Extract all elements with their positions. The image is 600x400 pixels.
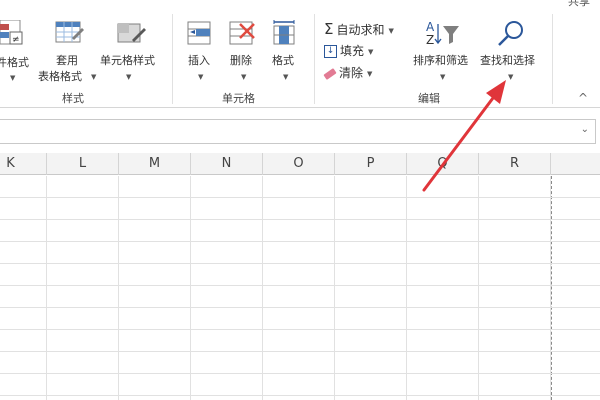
chevron-down-icon: ▼ — [198, 73, 204, 81]
format-as-table-label-2: 表格格式 — [38, 70, 82, 83]
chevron-down-icon: ▼ — [10, 74, 16, 82]
column-header-q[interactable]: Q — [407, 153, 479, 175]
row-gridline — [0, 241, 600, 242]
chevron-down-icon: ▼ — [126, 73, 132, 81]
format-as-table-label-1: 套用 — [56, 54, 78, 67]
fill-label: 填充 — [340, 44, 365, 58]
table-format-icon — [55, 21, 84, 43]
clear-button[interactable]: 清除 ▼ — [323, 64, 373, 82]
column-header-row: KLMNOPQR — [0, 153, 600, 175]
insert-cells-icon — [187, 21, 211, 45]
column-header-o[interactable]: O — [263, 153, 335, 175]
chevron-down-icon: ▼ — [91, 73, 97, 81]
format-cells-icon — [273, 20, 295, 45]
cell-grid[interactable] — [0, 176, 600, 400]
find-select-label: 查找和选择 — [480, 54, 535, 67]
chevron-down-icon: ▼ — [388, 26, 394, 35]
svg-text:Z: Z — [426, 33, 434, 47]
column-gridline — [406, 176, 407, 400]
group-separator — [552, 14, 553, 104]
sort-filter-icon: A Z — [426, 20, 459, 47]
sort-filter-button[interactable]: A Z 排序和筛选 ▼ — [408, 18, 478, 88]
find-select-button[interactable]: 查找和选择 ▼ — [478, 18, 548, 88]
column-gridline — [550, 176, 551, 400]
autosum-button[interactable]: Σ 自动求和 ▼ — [324, 20, 394, 38]
delete-cells-label: 删除 — [230, 54, 252, 67]
chevron-down-icon: ▼ — [367, 69, 373, 78]
format-cells-button[interactable]: 格式 ▼ — [266, 18, 306, 88]
chevron-down-icon: ▼ — [508, 73, 514, 81]
chevron-down-icon: ▼ — [241, 73, 247, 81]
page-break-line — [551, 176, 552, 400]
cells-group-label: 单元格 — [222, 92, 255, 105]
group-separator — [172, 14, 173, 104]
row-gridline — [0, 395, 600, 396]
row-gridline — [0, 307, 600, 308]
sort-filter-label: 排序和筛选 — [413, 54, 468, 67]
column-gridline — [334, 176, 335, 400]
worksheet[interactable]: KLMNOPQR — [0, 153, 600, 400]
formula-bar[interactable]: ⌄ — [0, 119, 596, 144]
row-gridline — [0, 373, 600, 374]
format-cells-label: 格式 — [272, 54, 294, 67]
column-header-n[interactable]: N — [191, 153, 263, 175]
fill-button[interactable]: ↓ 填充 ▼ — [324, 42, 373, 60]
cell-styles-label: 单元格样式 — [100, 54, 155, 67]
styles-group-label: 样式 — [62, 92, 84, 105]
ribbon: 共享 ≠ 件格式 ▼ 套用 表格格式 ▼ 单元格样式 ▼ 样式 插入 ▼ 删除 … — [0, 0, 600, 108]
eraser-icon — [323, 67, 337, 80]
row-gridline — [0, 285, 600, 286]
column-gridline — [262, 176, 263, 400]
format-as-table-button[interactable]: 套用 表格格式 ▼ — [38, 18, 98, 88]
column-header-l[interactable]: L — [47, 153, 119, 175]
fill-down-icon: ↓ — [324, 45, 337, 58]
autosum-label: 自动求和 — [336, 23, 385, 37]
row-gridline — [0, 263, 600, 264]
svg-text:A: A — [426, 20, 435, 34]
row-gridline — [0, 329, 600, 330]
expand-formula-bar-icon[interactable]: ⌄ — [581, 124, 589, 135]
share-label[interactable]: 共享 — [568, 0, 590, 9]
sigma-icon: Σ — [324, 20, 334, 38]
magnifier-icon — [498, 21, 523, 46]
chevron-down-icon: ▼ — [440, 73, 446, 81]
chevron-down-icon: ▼ — [283, 73, 289, 81]
collapse-ribbon-icon[interactable]: ^ — [578, 91, 588, 105]
row-gridline — [0, 197, 600, 198]
chevron-down-icon: ▼ — [368, 47, 374, 56]
conditional-format-button[interactable]: ≠ 件格式 ▼ — [0, 18, 40, 88]
column-gridline — [190, 176, 191, 400]
delete-cells-button[interactable]: 删除 ▼ — [224, 18, 264, 88]
column-gridline — [478, 176, 479, 400]
column-gridline — [118, 176, 119, 400]
insert-cells-button[interactable]: 插入 ▼ — [180, 18, 220, 88]
delete-cells-icon — [229, 21, 255, 45]
column-header-p[interactable]: P — [335, 153, 407, 175]
insert-cells-label: 插入 — [188, 54, 210, 67]
svg-text:≠: ≠ — [12, 35, 20, 45]
editing-group-label: 编辑 — [418, 92, 440, 105]
row-gridline — [0, 219, 600, 220]
conditional-format-icon: ≠ — [0, 20, 23, 45]
group-separator — [314, 14, 315, 104]
cell-styles-button[interactable]: 单元格样式 ▼ — [98, 18, 164, 88]
cell-styles-icon — [117, 23, 146, 43]
row-gridline — [0, 351, 600, 352]
conditional-format-label: 件格式 — [0, 56, 29, 69]
column-gridline — [46, 176, 47, 400]
clear-label: 清除 — [339, 66, 364, 80]
column-header-k[interactable]: K — [0, 153, 47, 175]
column-header-m[interactable]: M — [119, 153, 191, 175]
column-header-r[interactable]: R — [479, 153, 551, 175]
